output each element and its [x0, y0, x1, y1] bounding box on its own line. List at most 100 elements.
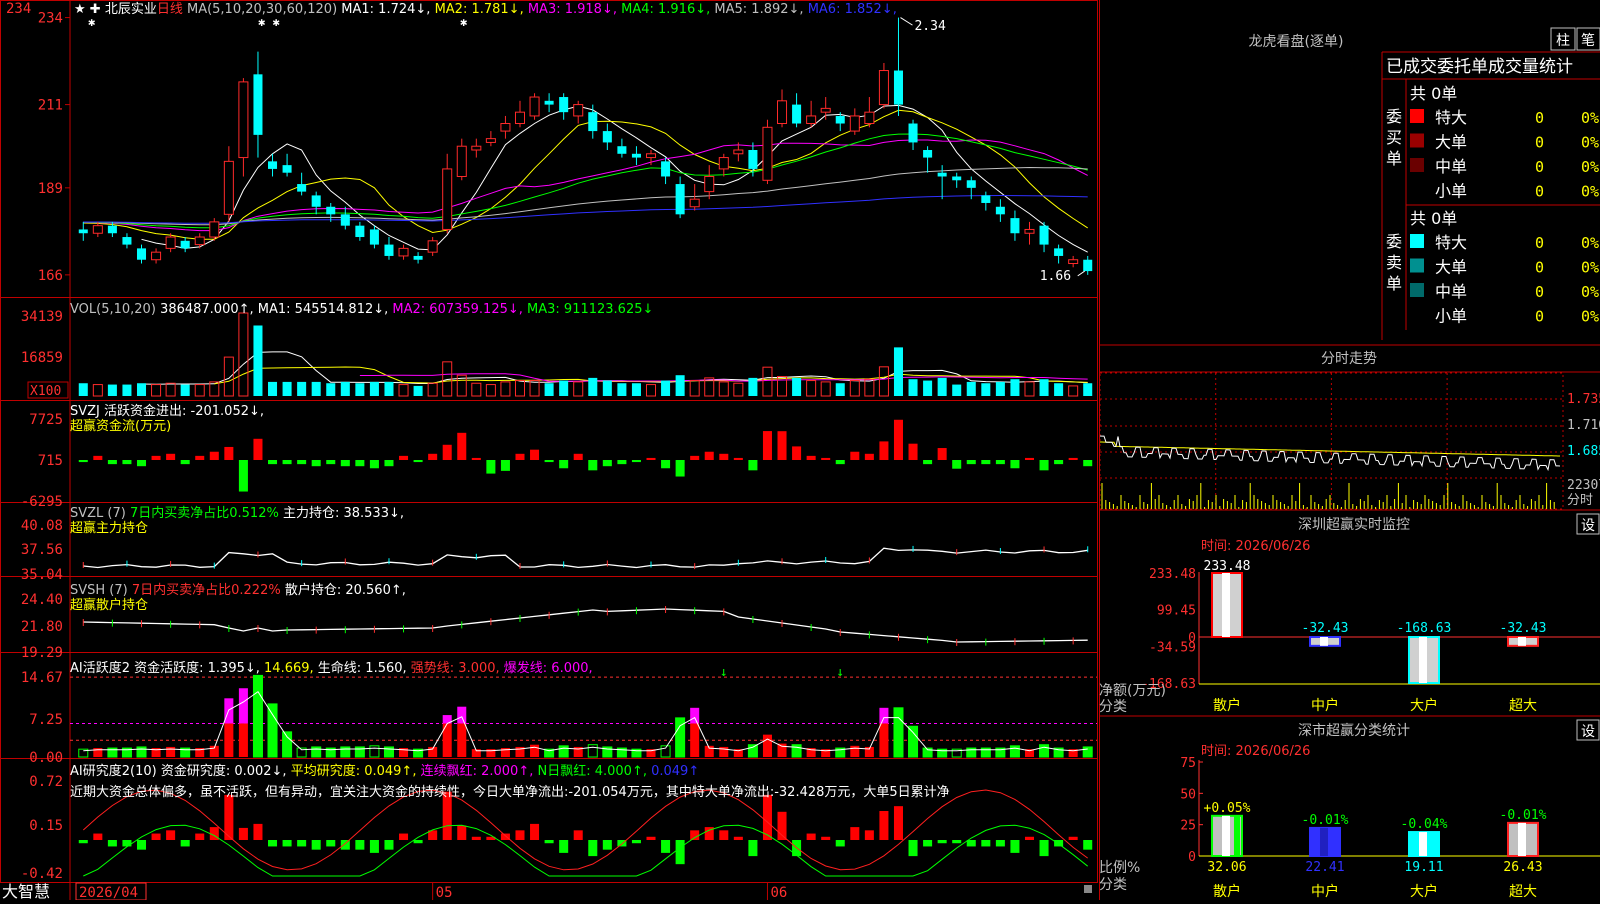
ai-activity-header-part-2: 生命线: 1.560,	[318, 660, 411, 676]
volume-bar	[675, 375, 685, 396]
ai-activity-header-part-1: 14.669,	[264, 661, 318, 676]
research-bar	[646, 836, 656, 840]
volume-bar	[471, 382, 482, 397]
price-header-part-7: MA4: 1.916↓,	[621, 2, 714, 17]
research-bar	[908, 840, 918, 857]
price-axis-label-3: 166	[38, 268, 63, 284]
vol-header-part-2: MA1: 545514.812↓,	[258, 302, 393, 317]
volume-bar	[107, 384, 117, 396]
sidebar-svg: 龙虎看盘(逐单) 柱笔已成交委托单成交量统计委买单共 0单特大 0 0%大单 0 0%中单…	[1099, 0, 1600, 900]
buy-orders-row-count: 0	[1535, 134, 1544, 152]
sell-orders-side-char: 单	[1386, 274, 1402, 293]
capital-flow-bar	[792, 446, 802, 460]
research-bar	[675, 840, 685, 865]
research-bar	[690, 830, 700, 840]
volume-bar	[223, 356, 234, 397]
candle-body	[151, 251, 162, 261]
activity-bar	[530, 744, 540, 757]
volume-bar	[908, 379, 918, 396]
candle-body	[952, 176, 962, 181]
sz2-delta-3: -0.01%	[1500, 808, 1547, 823]
candle-body	[849, 115, 860, 132]
sz1-settings-label: 设	[1581, 518, 1595, 534]
date-label-1: 05	[436, 885, 453, 900]
price-header-part-6: MA3: 1.918↓,	[528, 2, 621, 17]
candle-body	[806, 115, 817, 125]
sz1-value-2: -168.63	[1397, 621, 1452, 636]
ai-activity-header: AI活跃度2 资金活跃度: 1.395↓, 14.669, 生命线: 1.560…	[70, 660, 593, 676]
price-axis-top: 234	[6, 1, 31, 17]
candle-body	[602, 131, 612, 143]
capital-flow-bar	[253, 438, 263, 460]
kline-main-panel[interactable]: 234 211 189 166 2.34 1.66 ★ ✚ 北辰实业日线 MA(5,10,2…	[0, 0, 1098, 901]
fenshi-axis-3: 22307	[1567, 478, 1600, 493]
volume-bar	[559, 380, 569, 396]
sz2-axis-0: 75	[1180, 756, 1196, 771]
ma-line-20	[83, 139, 1088, 232]
capital-flow-bar	[675, 460, 685, 477]
sell-orders-side-char: 委	[1386, 232, 1402, 251]
ai-research-comment: 近期大资金总体偏多，虽不活跃，但有异动，宜关注大资金的持续性，今日大单净流出:-…	[70, 784, 950, 800]
candle-body	[1039, 225, 1049, 245]
column-view-button-label: 柱	[1556, 33, 1570, 49]
sell-orders-swatch	[1410, 283, 1424, 297]
activity-bar	[457, 723, 467, 757]
activity-bar	[224, 723, 234, 757]
ai-research-header-part-3: N日飘红: 4.000↑,	[537, 763, 651, 779]
svzj-header-part-1: -201.052↓,	[191, 404, 264, 419]
fenshi-title: 分时走势	[1321, 351, 1377, 367]
retail-holding-line	[83, 608, 1088, 643]
brand-logo: 大智慧	[2, 882, 50, 900]
research-bar	[399, 833, 409, 840]
buy-orders-swatch	[1410, 109, 1424, 123]
right-sidebar-panel: 龙虎看盘(逐单) 柱笔已成交委托单成交量统计委买单共 0单 特大 0 0% 大单 0 0% 中单…	[1099, 0, 1600, 900]
candle-body	[777, 100, 788, 125]
volume-bar	[529, 380, 540, 397]
capital-flow-bar	[515, 453, 525, 460]
research-bar	[559, 840, 569, 853]
volume-bar	[602, 380, 612, 396]
research-bar	[515, 830, 525, 840]
sz1-bar-highlight	[1518, 637, 1526, 646]
svzl-header: SVZL (7) 7日内买卖净占比0.512% 主力持仓: 38.533↓,	[70, 505, 404, 521]
sell-orders-row-label: 特大	[1435, 233, 1467, 252]
sz1-axis-1: 99.45	[1157, 604, 1196, 619]
research-bar	[1024, 836, 1035, 840]
volume-bar	[748, 377, 758, 396]
sz2-value-0: 32.06	[1207, 860, 1246, 875]
ai-research-header-part-2: 连续飘红: 2.000↑,	[421, 763, 538, 779]
activity-bar	[340, 746, 351, 758]
capital-flow-bar	[180, 460, 190, 465]
price-header-part-1: 北辰实业	[105, 2, 157, 17]
research-bar	[879, 811, 889, 840]
vol-header-part-3: MA2: 607359.125↓,	[392, 302, 527, 317]
svzl-axis-1: 37.56	[21, 542, 63, 558]
fenshi-unit: 分时	[1567, 493, 1593, 508]
activity-bar-burst	[457, 706, 467, 724]
candle-body	[92, 225, 103, 234]
ma-line-10	[83, 109, 1088, 240]
activity-bar	[311, 746, 322, 758]
kline-chart-svg[interactable]: 234 211 189 166 2.34 1.66 ★ ✚ 北辰实业日线 MA(5,10,2…	[0, 0, 1098, 901]
activity-bar	[850, 745, 860, 757]
buy-orders-row-label: 特大	[1435, 108, 1467, 127]
sz2-delta-1: -0.01%	[1302, 813, 1349, 828]
sz2-value-1: 22.41	[1305, 860, 1344, 875]
capital-flow-bar	[166, 453, 176, 460]
activity-bar	[166, 746, 176, 757]
candle-body	[573, 104, 584, 117]
signal-arrow: ↓	[720, 665, 728, 680]
research-bar	[253, 823, 263, 840]
activity-life-line	[83, 690, 1088, 752]
volume-bar	[326, 383, 336, 396]
sz2-bar-highlight	[1320, 827, 1328, 856]
sz2-value-3: 26.43	[1503, 860, 1542, 875]
buy-orders-side-char: 单	[1386, 149, 1402, 168]
candle-body	[544, 100, 554, 105]
buy-orders-row-count: 0	[1535, 158, 1544, 176]
sell-orders-row-pct: 0%	[1581, 283, 1599, 301]
capital-flow-bar	[559, 460, 569, 469]
capital-flow-bar	[835, 460, 845, 465]
sell-orders-row-pct: 0%	[1581, 234, 1599, 252]
sz1-cat-2: 大户	[1410, 697, 1438, 714]
